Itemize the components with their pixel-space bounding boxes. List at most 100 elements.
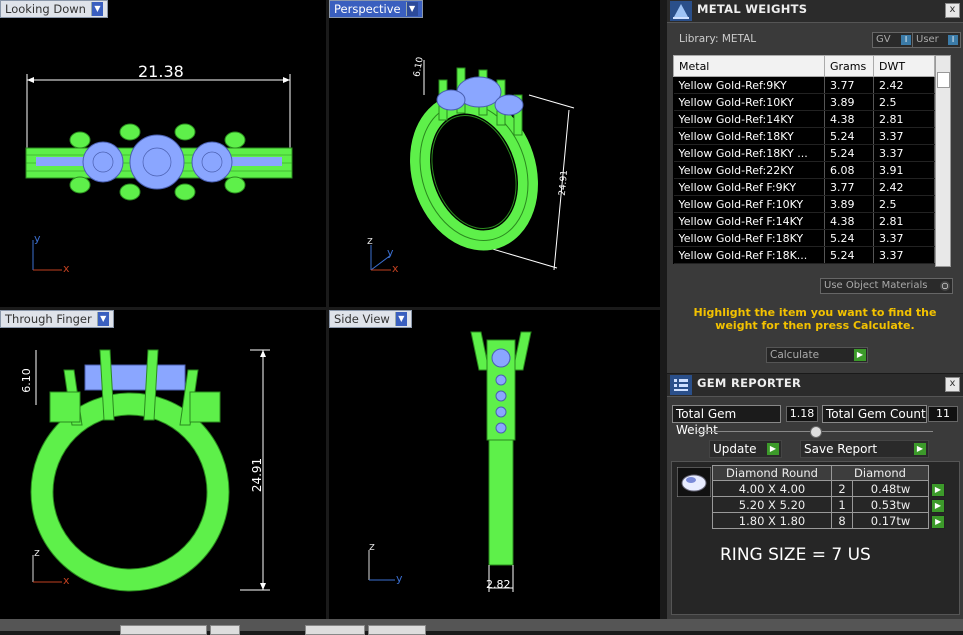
ring-side-view bbox=[368, 331, 532, 592]
axis-x-label: x bbox=[392, 262, 399, 275]
metal-weights-title-bar: METAL WEIGHTS x bbox=[667, 0, 963, 23]
dwt-cell: 3.37 bbox=[873, 229, 935, 247]
gem-row[interactable]: 4.00 X 4.00 2 0.48tw ▶ bbox=[712, 480, 948, 497]
panel-title: GEM REPORTER bbox=[697, 376, 802, 390]
chevron-down-icon[interactable]: ▼ bbox=[405, 2, 418, 16]
gv-toggle[interactable]: GV I bbox=[872, 32, 914, 48]
gem-row[interactable]: 1.80 X 1.80 8 0.17tw ▶ bbox=[712, 512, 948, 529]
axis-y-label: y bbox=[387, 246, 394, 259]
gem-list-table: Diamond Round Diamond 4.00 X 4.00 2 0.48tw… bbox=[712, 465, 948, 529]
dwt-cell: 3.37 bbox=[873, 144, 935, 162]
metal-row[interactable]: Yellow Gold-Ref:18KY ... 5.24 3.37 bbox=[673, 144, 935, 162]
library-label: Library: METAL bbox=[679, 33, 757, 45]
scrollbar-thumb[interactable] bbox=[937, 72, 950, 88]
dwt-cell: 2.42 bbox=[873, 76, 935, 94]
axis-x-label: x bbox=[63, 574, 70, 587]
play-arrow-icon: ▶ bbox=[767, 443, 779, 455]
gem-shape-header: Diamond Round bbox=[712, 465, 832, 481]
radio-circle-icon: ○ bbox=[940, 281, 950, 291]
ring-perspective-view bbox=[370, 60, 575, 271]
gem-report-icon bbox=[670, 375, 692, 395]
viewport-label: Perspective bbox=[334, 2, 401, 16]
viewport-tab-perspective[interactable]: Perspective ▼ bbox=[329, 0, 423, 18]
gem-weight-cell: 0.17tw bbox=[852, 512, 929, 529]
taskbar-button[interactable] bbox=[120, 625, 207, 635]
metal-name-cell: Yellow Gold-Ref F:9KY bbox=[673, 178, 825, 196]
column-header-grams[interactable]: Grams bbox=[824, 55, 874, 77]
gem-row[interactable]: 5.20 X 5.20 1 0.53tw ▶ bbox=[712, 496, 948, 513]
calculate-button[interactable]: Calculate ▶ bbox=[766, 347, 868, 363]
gem-count-cell: 8 bbox=[830, 512, 854, 529]
axis-z-label: z bbox=[367, 234, 373, 247]
report-slider[interactable] bbox=[697, 426, 933, 438]
metal-row[interactable]: Yellow Gold-Ref F:9KY 3.77 2.42 bbox=[673, 178, 935, 196]
play-arrow-icon[interactable]: ▶ bbox=[931, 482, 945, 497]
viewport-label: Side View bbox=[334, 312, 390, 326]
save-report-button[interactable]: Save Report ▶ bbox=[800, 440, 929, 458]
user-toggle[interactable]: User I bbox=[912, 32, 961, 48]
close-icon[interactable]: x bbox=[945, 377, 960, 392]
dwt-cell: 2.42 bbox=[873, 178, 935, 196]
update-button[interactable]: Update ▶ bbox=[709, 440, 782, 458]
total-gem-weight-label: Total Gem Weight bbox=[672, 405, 781, 437]
gem-size-cell: 5.20 X 5.20 bbox=[712, 496, 832, 513]
viewport-tab-through-finger[interactable]: Through Finger ▼ bbox=[0, 310, 114, 328]
diamond-thumbnail-icon[interactable] bbox=[677, 467, 711, 497]
metal-row[interactable]: Yellow Gold-Ref:10KY 3.89 2.5 bbox=[673, 93, 935, 111]
metal-row[interactable]: Yellow Gold-Ref:9KY 3.77 2.42 bbox=[673, 76, 935, 94]
toggle-indicator-icon: I bbox=[901, 35, 911, 45]
metal-name-cell: Yellow Gold-Ref:18KY ... bbox=[673, 144, 825, 162]
chevron-down-icon[interactable]: ▼ bbox=[90, 2, 103, 16]
use-object-materials-label: Use Object Materials bbox=[824, 280, 928, 291]
axis-z-label: z bbox=[34, 546, 40, 559]
column-header-dwt[interactable]: DWT bbox=[873, 55, 935, 77]
metal-row[interactable]: Yellow Gold-Ref F:14KY 4.38 2.81 bbox=[673, 212, 935, 230]
chevron-down-icon[interactable]: ▼ bbox=[394, 312, 407, 326]
dwt-cell: 3.37 bbox=[873, 246, 935, 264]
metal-row[interactable]: Yellow Gold-Ref:18KY 5.24 3.37 bbox=[673, 127, 935, 145]
gem-weight-cell: 0.48tw bbox=[852, 480, 929, 497]
grams-cell: 3.77 bbox=[824, 178, 874, 196]
gem-row-action[interactable]: ▶ bbox=[929, 513, 948, 529]
close-icon[interactable]: x bbox=[945, 3, 960, 18]
viewport-tab-side-view[interactable]: Side View ▼ bbox=[329, 310, 412, 328]
dimension-thickness: 2.82 bbox=[486, 578, 511, 591]
play-arrow-icon[interactable]: ▶ bbox=[931, 514, 946, 529]
viewport-through-finger[interactable]: Through Finger ▼ 6.10 24.91 z x bbox=[0, 310, 326, 619]
metal-row[interactable]: Yellow Gold-Ref F:18KY 5.24 3.37 bbox=[673, 229, 935, 247]
dwt-cell: 3.91 bbox=[873, 161, 935, 179]
ring-top-view bbox=[25, 74, 293, 271]
viewport-tab-looking-down[interactable]: Looking Down ▼ bbox=[0, 0, 108, 18]
metal-row[interactable]: Yellow Gold-Ref:14KY 4.38 2.81 bbox=[673, 110, 935, 128]
ring-front-view bbox=[30, 349, 270, 592]
toggle-indicator-icon: I bbox=[948, 35, 958, 45]
viewport-perspective[interactable]: Perspective ▼ 6.10 24.91 z y x bbox=[329, 0, 660, 307]
metal-name-cell: Yellow Gold-Ref F:18K... bbox=[673, 246, 825, 264]
dimension-width: 21.38 bbox=[138, 62, 184, 81]
slider-handle[interactable] bbox=[810, 426, 822, 438]
play-arrow-icon: ▶ bbox=[854, 349, 866, 361]
viewport-looking-down[interactable]: Looking Down ▼ 21.38 y x bbox=[0, 0, 326, 307]
metal-row[interactable]: Yellow Gold-Ref F:10KY 3.89 2.5 bbox=[673, 195, 935, 213]
dwt-cell: 2.5 bbox=[873, 93, 935, 111]
calculate-instruction: Highlight the item you want to find the … bbox=[693, 306, 937, 332]
play-arrow-icon[interactable]: ▶ bbox=[931, 498, 945, 513]
metal-row[interactable]: Yellow Gold-Ref F:18K... 5.24 3.37 bbox=[673, 246, 935, 264]
calculate-label: Calculate bbox=[770, 349, 820, 361]
grams-cell: 3.77 bbox=[824, 76, 874, 94]
viewport-side-view[interactable]: Side View ▼ 2.82 z y bbox=[329, 310, 660, 619]
total-gem-count-label: Total Gem Count bbox=[822, 405, 927, 423]
taskbar-button[interactable] bbox=[210, 625, 240, 635]
metal-weights-table: Metal Grams DWT Yellow Gold-Ref:9KY 3.77 2… bbox=[673, 55, 935, 264]
taskbar-button[interactable] bbox=[368, 625, 426, 635]
metal-name-cell: Yellow Gold-Ref:22KY bbox=[673, 161, 825, 179]
metal-row[interactable]: Yellow Gold-Ref:22KY 6.08 3.91 bbox=[673, 161, 935, 179]
metal-list-scrollbar[interactable] bbox=[935, 55, 951, 267]
chevron-down-icon[interactable]: ▼ bbox=[96, 312, 109, 326]
column-header-metal[interactable]: Metal bbox=[673, 55, 825, 77]
use-object-materials-toggle[interactable]: Use Object Materials ○ bbox=[820, 278, 953, 294]
play-arrow-icon: ▶ bbox=[914, 443, 926, 455]
gem-row-action[interactable]: ▶ bbox=[929, 497, 948, 513]
taskbar-button[interactable] bbox=[305, 625, 365, 635]
gem-row-action[interactable]: ▶ bbox=[929, 481, 948, 497]
